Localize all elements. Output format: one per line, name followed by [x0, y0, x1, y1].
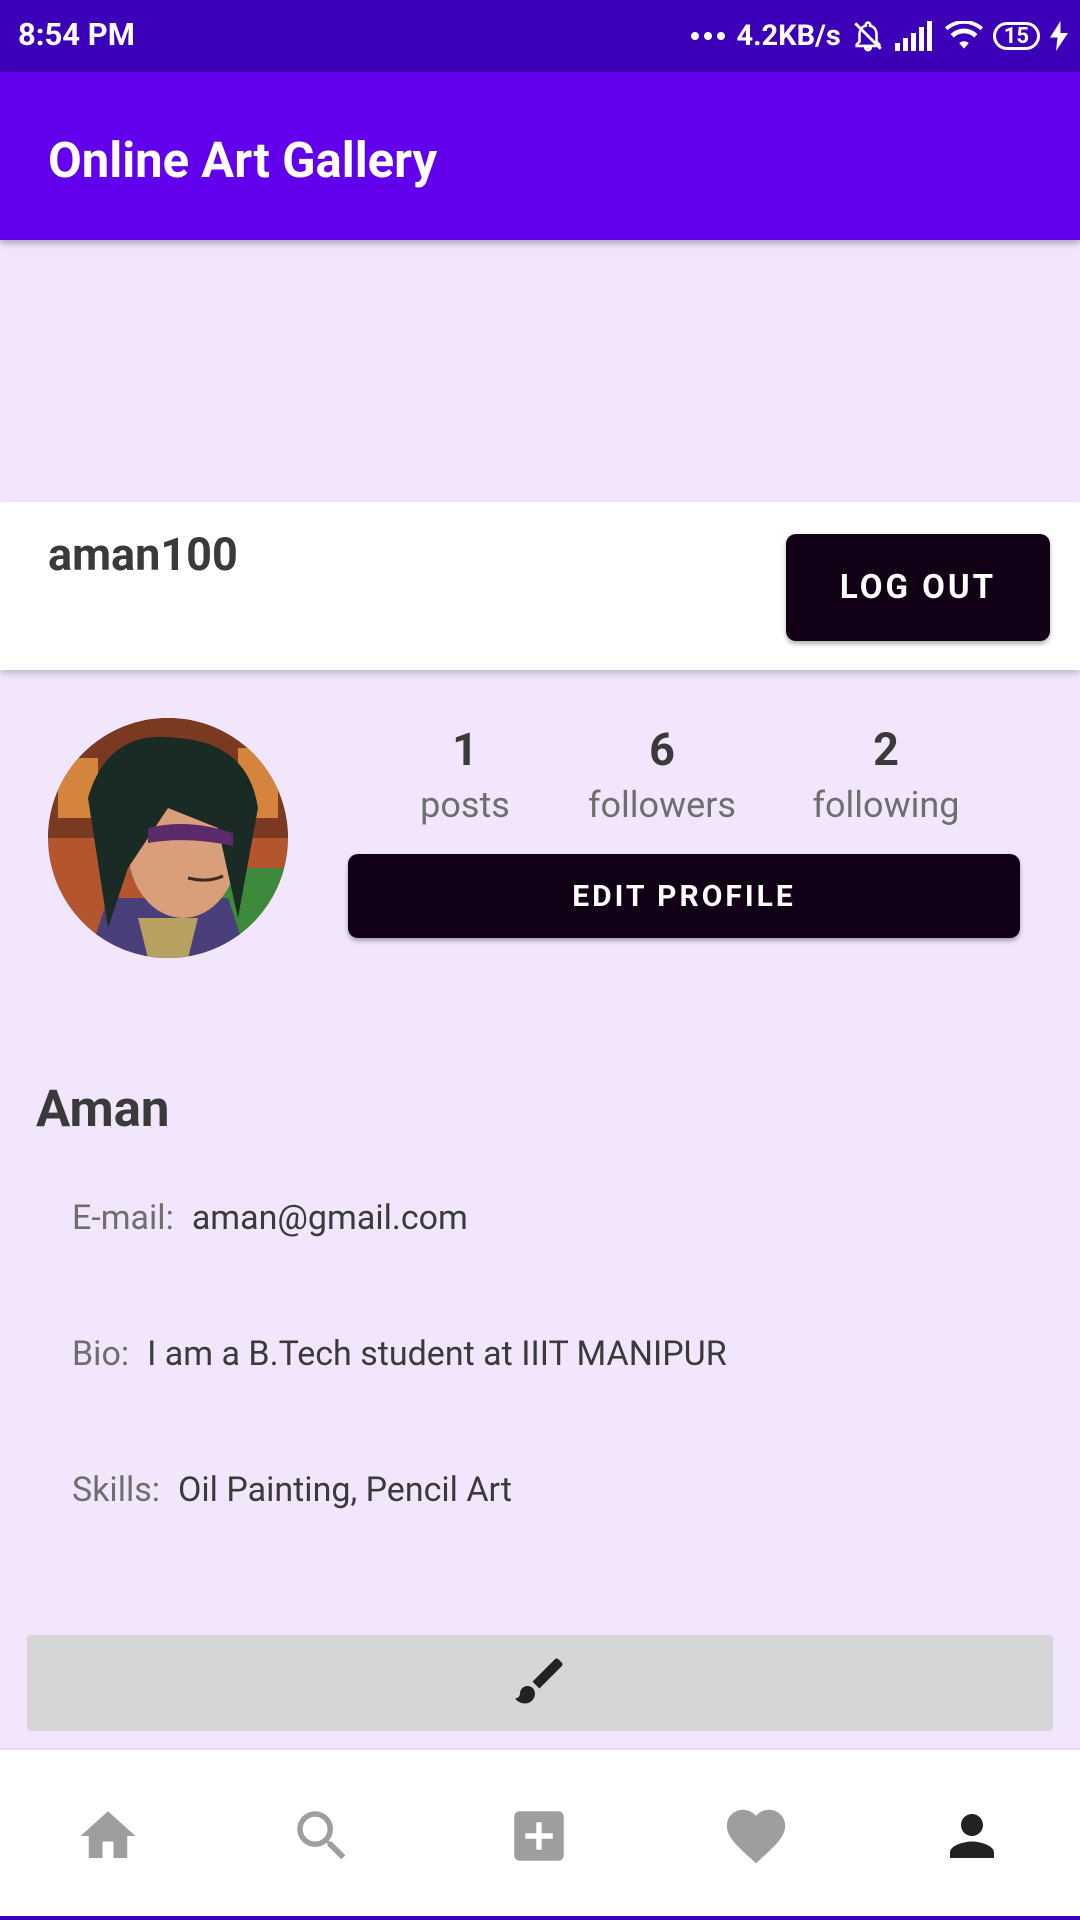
add-box-icon — [506, 1803, 572, 1873]
person-icon — [939, 1803, 1005, 1873]
username: aman100 — [48, 528, 238, 581]
bio-label: Bio: — [72, 1334, 130, 1374]
bio-row: Bio: I am a B.Tech student at IIIT MANIPU… — [72, 1334, 727, 1374]
status-icons: 4.2KB/s 15 — [690, 16, 1068, 56]
bell-off-icon — [851, 19, 885, 53]
skills-label: Skills: — [72, 1470, 161, 1510]
art-tab[interactable] — [27, 1635, 1053, 1731]
charging-icon — [1050, 21, 1068, 51]
skills-row: Skills: Oil Painting, Pencil Art — [72, 1470, 512, 1510]
nav-search[interactable] — [282, 1798, 362, 1878]
avatar[interactable] — [48, 718, 288, 958]
bottom-edge — [0, 1916, 1080, 1920]
bio-value: I am a B.Tech student at IIIT MANIPUR — [147, 1334, 727, 1374]
nav-home[interactable] — [68, 1798, 148, 1878]
avatar-image — [48, 718, 288, 958]
posts-label: posts — [420, 784, 510, 826]
heart-icon — [721, 1801, 791, 1875]
nav-favorites[interactable] — [716, 1798, 796, 1878]
nav-add[interactable] — [499, 1798, 579, 1878]
search-icon — [289, 1803, 355, 1873]
nav-profile[interactable] — [932, 1798, 1012, 1878]
status-time: 8:54 PM — [18, 16, 135, 53]
email-label: E-mail: — [72, 1198, 174, 1238]
logout-button[interactable]: LOG OUT — [786, 534, 1050, 641]
battery-icon: 15 — [992, 22, 1040, 50]
app-bar: Online Art Gallery — [0, 72, 1080, 240]
followers-label: followers — [587, 784, 736, 826]
edit-profile-button[interactable]: EDIT PROFILE — [348, 854, 1020, 938]
bottom-nav — [0, 1750, 1080, 1916]
skills-value: Oil Painting, Pencil Art — [178, 1470, 513, 1510]
user-card: aman100 LOG OUT — [0, 502, 1080, 670]
posts-count: 1 — [452, 723, 478, 776]
posts-stat[interactable]: 1 posts — [398, 720, 532, 830]
wifi-icon — [944, 21, 983, 51]
more-dots-icon — [690, 31, 726, 41]
paint-brush-icon — [510, 1651, 570, 1715]
following-count: 2 — [873, 723, 899, 776]
battery-level: 15 — [1003, 23, 1029, 49]
network-speed: 4.2KB/s — [736, 19, 841, 53]
followers-stat[interactable]: 6 followers — [572, 720, 752, 830]
following-stat[interactable]: 2 following — [800, 720, 972, 830]
app-title: Online Art Gallery — [48, 132, 438, 189]
followers-count: 6 — [649, 723, 675, 776]
status-bar: 8:54 PM 4.2KB/s 15 — [0, 0, 1080, 72]
email-value: aman@gmail.com — [191, 1198, 468, 1238]
signal-icon — [894, 21, 935, 51]
home-icon — [75, 1803, 141, 1873]
following-label: following — [812, 784, 960, 826]
display-name: Aman — [36, 1080, 170, 1139]
email-row: E-mail: aman@gmail.com — [72, 1198, 468, 1238]
